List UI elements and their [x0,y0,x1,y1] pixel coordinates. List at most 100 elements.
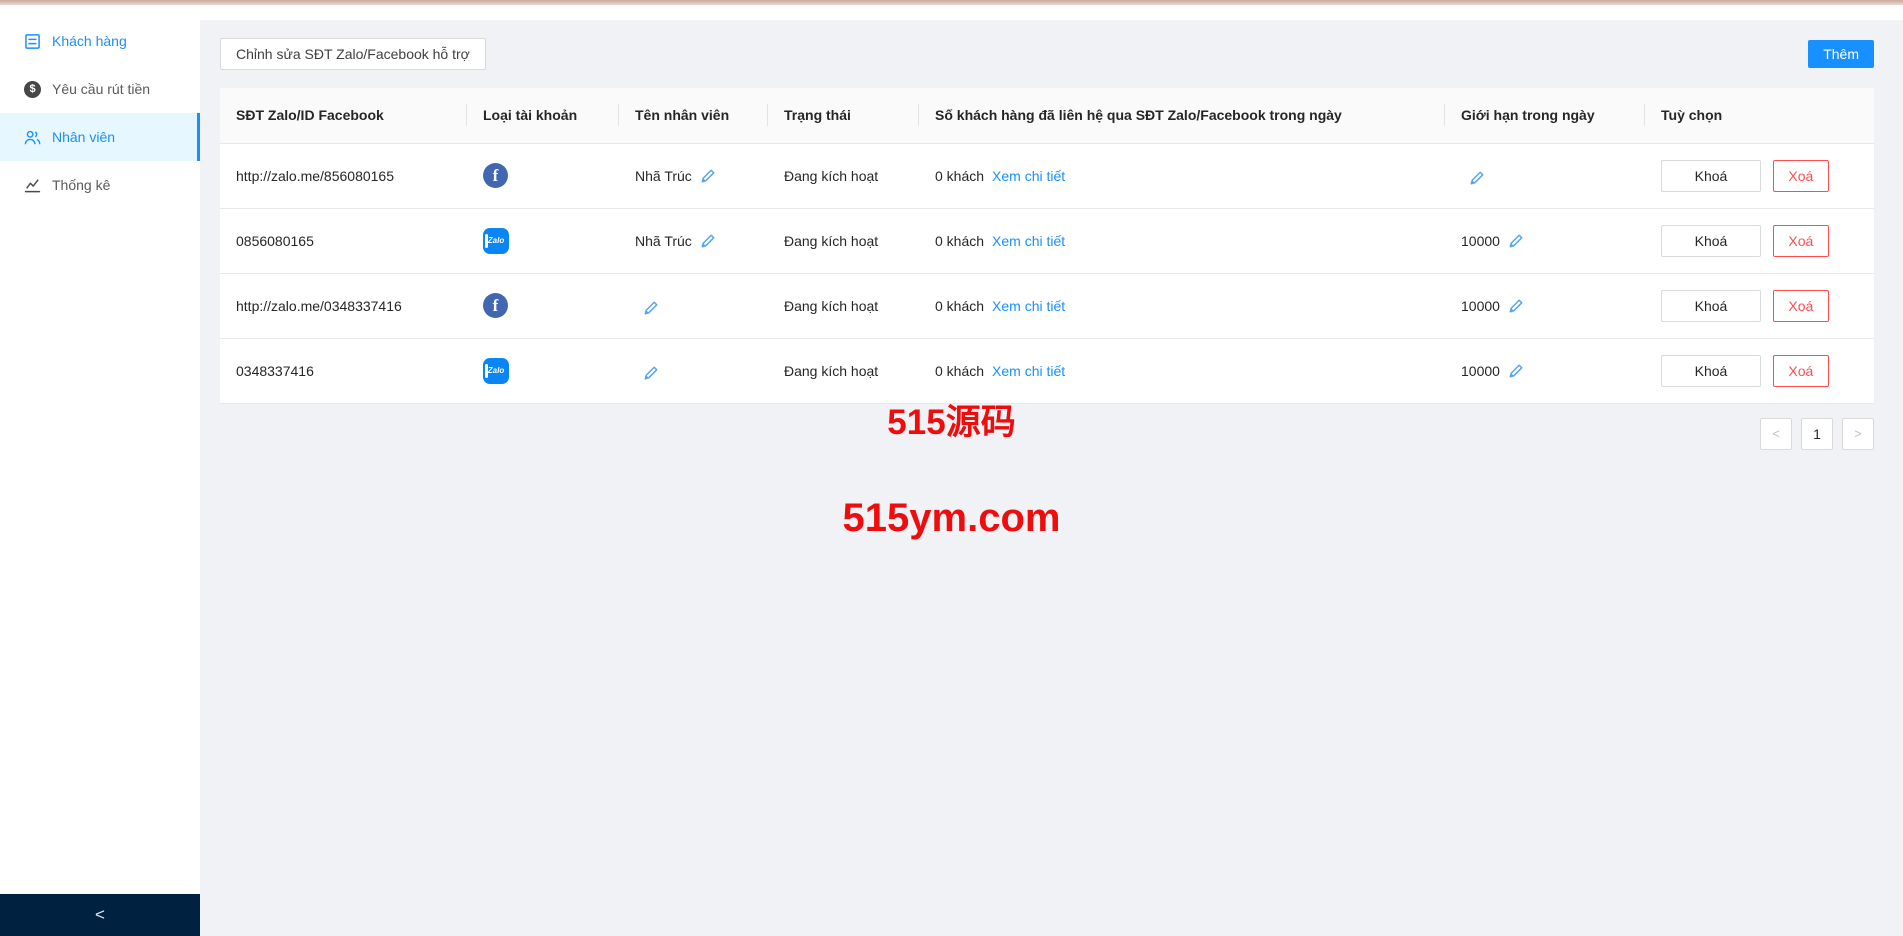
col-header-contact: SĐT Zalo/ID Facebook [220,88,467,143]
chevron-left-icon: < [95,905,105,924]
options-cell: Khoá Xoá [1645,207,1874,273]
sidebar-item-label: Thống kê [52,177,111,193]
line-chart-icon [24,177,41,194]
main-content: Chỉnh sửa SĐT Zalo/Facebook hỗ trợ Thêm … [200,5,1903,936]
employee-name-cell: Nhã Trúc [619,142,768,208]
delete-button[interactable]: Xoá [1772,224,1829,257]
edit-name-icon[interactable] [700,168,716,184]
sidebar-menu: Khách hàng $ Yêu cầu rút tiền Nhân viên … [0,5,200,894]
watermark-line2: 515ym.com [842,496,1061,540]
zalo-icon: Zalo [483,357,509,384]
view-details-link[interactable]: Xem chi tiết [992,168,1065,184]
lock-button[interactable]: Khoá [1661,224,1761,257]
daily-limit-value: 10000 [1461,232,1500,249]
col-header-employee-name: Tên nhân viên [619,88,768,143]
edit-limit-icon[interactable] [1469,170,1485,186]
sidebar-item-nhan-vien[interactable]: Nhân viên [0,113,200,161]
lock-button[interactable]: Khoá [1661,159,1761,192]
employees-table-card: SĐT Zalo/ID Facebook Loại tài khoản Tên … [220,88,1874,404]
sidebar-item-thong-ke[interactable]: Thống kê [0,161,200,209]
sidebar-collapse-button[interactable]: < [0,894,200,936]
options-cell: Khoá Xoá [1645,337,1874,404]
contact-cell: 0856080165 [220,207,467,273]
edit-limit-icon[interactable] [1508,363,1524,379]
col-header-status: Trạng thái [768,88,919,143]
contacted-cell: 0 khách Xem chi tiết [919,207,1445,273]
employee-name-cell: Nhã Trúc [619,207,768,273]
view-details-link[interactable]: Xem chi tiết [992,233,1065,249]
lock-button[interactable]: Khoá [1661,289,1761,322]
daily-limit-cell: 10000 [1445,337,1645,404]
zalo-icon: Zalo [483,227,509,254]
employee-name-cell [619,337,768,404]
edit-name-icon[interactable] [643,365,659,381]
contact-cell: 0348337416 [220,337,467,404]
contacted-count: 0 khách [935,297,985,314]
facebook-icon: f [483,163,508,188]
col-header-options: Tuỳ chọn [1645,88,1874,143]
employees-table: SĐT Zalo/ID Facebook Loại tài khoản Tên … [220,88,1874,404]
status-cell: Đang kích hoạt [768,207,919,273]
daily-limit-cell [1445,142,1645,208]
account-type-cell: f Zalo [467,337,619,404]
team-icon [24,129,41,146]
delete-button[interactable]: Xoá [1772,354,1829,387]
contacted-count: 0 khách [935,232,985,249]
add-button[interactable]: Thêm [1808,40,1874,68]
edit-limit-icon[interactable] [1508,298,1524,314]
watermark-line1: 515源码 [887,403,1016,442]
main-top-strip [200,5,1903,20]
daily-limit-value: 10000 [1461,362,1500,379]
account-type-cell: f Zalo [467,207,619,273]
pagination: < 1 > [220,417,1874,450]
sidebar-item-label: Yêu cầu rút tiền [52,81,151,97]
sidebar: Khách hàng $ Yêu cầu rút tiền Nhân viên … [0,5,200,936]
options-cell: Khoá Xoá [1645,142,1874,208]
employee-name-cell [619,272,768,338]
account-type-cell: f Zalo [467,272,619,338]
contacted-count: 0 khách [935,167,985,184]
view-details-link[interactable]: Xem chi tiết [992,363,1065,379]
col-header-daily-limit: Giới hạn trong ngày [1445,88,1645,143]
edit-support-phone-button[interactable]: Chỉnh sửa SĐT Zalo/Facebook hỗ trợ [220,38,486,70]
col-header-contacted: Số khách hàng đã liên hệ qua SĐT Zalo/Fa… [919,88,1445,143]
sidebar-item-label: Nhân viên [52,129,116,145]
contacted-cell: 0 khách Xem chi tiết [919,272,1445,338]
delete-button[interactable]: Xoá [1772,159,1829,192]
status-cell: Đang kích hoạt [768,142,919,208]
pagination-page-1[interactable]: 1 [1801,417,1833,450]
daily-limit-cell: 10000 [1445,207,1645,273]
contact-cell: http://zalo.me/856080165 [220,142,467,208]
options-cell: Khoá Xoá [1645,272,1874,338]
contacted-count: 0 khách [935,362,985,379]
pagination-next-button[interactable]: > [1842,417,1874,450]
sidebar-item-khach-hang[interactable]: Khách hàng [0,17,200,65]
table-row: 0856080165 f Zalo Nhã Trúc Đang kích hoạ… [220,207,1874,273]
delete-button[interactable]: Xoá [1772,289,1829,322]
facebook-icon: f [483,293,508,318]
table-row: http://zalo.me/0348337416 f Zalo Đang kí… [220,272,1874,338]
employee-name: Nhã Trúc [635,232,692,249]
contacted-cell: 0 khách Xem chi tiết [919,142,1445,208]
dollar-circle-icon: $ [24,80,41,98]
status-cell: Đang kích hoạt [768,272,919,338]
edit-name-icon[interactable] [643,300,659,316]
employee-name: Nhã Trúc [635,167,692,184]
account-type-cell: f Zalo [467,142,619,208]
sidebar-item-yeu-cau-rut-tien[interactable]: $ Yêu cầu rút tiền [0,65,200,113]
profile-icon [24,33,41,50]
sidebar-item-label: Khách hàng [52,33,127,49]
edit-limit-icon[interactable] [1508,233,1524,249]
table-header-row: SĐT Zalo/ID Facebook Loại tài khoản Tên … [220,88,1874,143]
table-row: http://zalo.me/856080165 f Zalo Nhã Trúc… [220,142,1874,208]
col-header-account-type: Loại tài khoản [467,88,619,143]
daily-limit-value: 10000 [1461,297,1500,314]
view-details-link[interactable]: Xem chi tiết [992,298,1065,314]
daily-limit-cell: 10000 [1445,272,1645,338]
table-row: 0348337416 f Zalo Đang kích hoạt [220,337,1874,404]
toolbar: Chỉnh sửa SĐT Zalo/Facebook hỗ trợ Thêm [220,38,1874,70]
contact-cell: http://zalo.me/0348337416 [220,272,467,338]
pagination-prev-button[interactable]: < [1760,417,1792,450]
edit-name-icon[interactable] [700,233,716,249]
lock-button[interactable]: Khoá [1661,354,1761,387]
